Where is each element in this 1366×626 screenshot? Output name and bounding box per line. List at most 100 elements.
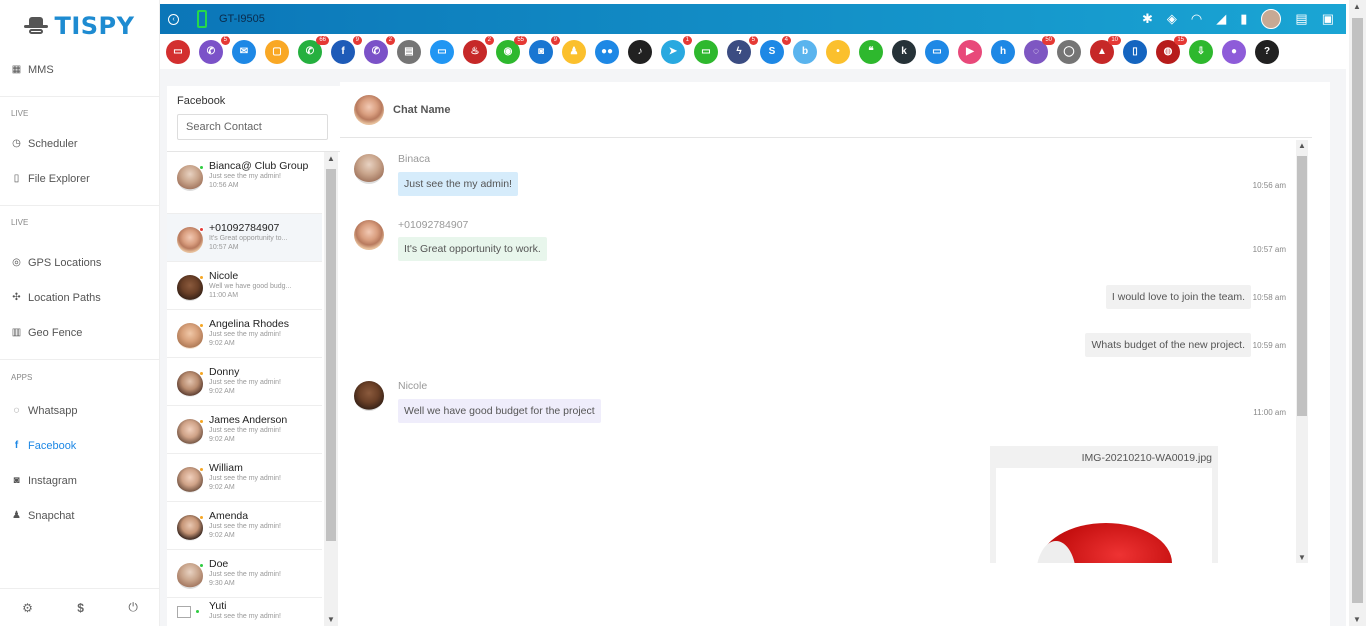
- scrollbar-thumb[interactable]: [326, 169, 336, 541]
- wechat-icon[interactable]: ◉ 55: [496, 35, 527, 64]
- sidebar-item-location-paths[interactable]: ✣ Location Paths: [0, 280, 159, 315]
- contact-item[interactable]: William Just see the my admin! 9:02 AM: [167, 454, 322, 502]
- viber-alt-icon[interactable]: ✆ 2: [364, 35, 395, 64]
- hangouts-icon[interactable]: ❝: [859, 39, 883, 64]
- help-icon[interactable]: ?: [1255, 39, 1279, 64]
- bip-icon[interactable]: b: [793, 39, 817, 64]
- download-icon[interactable]: ⇩: [1189, 39, 1213, 64]
- snapchat-app-icon[interactable]: ♟: [562, 39, 586, 64]
- video-call-icon[interactable]: ▶: [958, 39, 982, 64]
- status-icons: ✱ ◈ ◠ ◢ ▮ ▤ ▣: [1142, 4, 1334, 34]
- contact-item[interactable]: Angelina Rhodes Just see the my admin! 9:0…: [167, 310, 322, 358]
- flag-icon[interactable]: ▤: [1295, 11, 1307, 27]
- flickr-icon[interactable]: ●●: [595, 39, 619, 64]
- image-preview[interactable]: [996, 468, 1212, 563]
- scroll-up-icon[interactable]: ▲: [1353, 2, 1361, 11]
- battery-icon[interactable]: ▮: [1240, 11, 1247, 27]
- scrollbar-thumb[interactable]: [1352, 18, 1363, 603]
- status-dot: [199, 467, 204, 472]
- phone-icon: [197, 10, 207, 28]
- wifi-icon[interactable]: ◠: [1191, 11, 1202, 27]
- image-attachment[interactable]: IMG-20210210-WA0019.jpg: [990, 446, 1218, 563]
- scroll-down-icon[interactable]: ▼: [1353, 615, 1361, 624]
- scroll-down-icon[interactable]: ▼: [327, 615, 335, 624]
- sidebar-item-label: Whatsapp: [28, 404, 78, 417]
- contact-item[interactable]: Donny Just see the my admin! 9:02 AM: [167, 358, 322, 406]
- contact-item[interactable]: Amenda Just see the my admin! 9:02 AM: [167, 502, 322, 550]
- dollar-icon[interactable]: $: [77, 601, 84, 615]
- contact-name: Bianca@ Club Group: [209, 160, 309, 172]
- browser-icon[interactable]: ◍ 15: [1156, 35, 1187, 64]
- scroll-down-icon[interactable]: ▼: [1298, 553, 1306, 562]
- gallery-alt-icon[interactable]: ▭: [925, 39, 949, 64]
- whatsapp-app-icon[interactable]: ✆ 66: [298, 35, 329, 64]
- contact-item[interactable]: Yuti Just see the my admin!: [167, 598, 322, 626]
- sidebar-item-geo-fence[interactable]: ▥ Geo Fence: [0, 315, 159, 350]
- avatar: [177, 371, 204, 397]
- back-icon[interactable]: ‹: [168, 13, 179, 25]
- brand-name: TISPY: [54, 12, 135, 40]
- signal-icon[interactable]: ◢: [1216, 11, 1226, 27]
- chat-scrollbar[interactable]: ▲ ▼: [1296, 140, 1308, 563]
- sidebar-item-instagram[interactable]: ◙ Instagram: [0, 463, 159, 498]
- viber-icon[interactable]: ✆ 5: [199, 35, 230, 64]
- gift-icon[interactable]: ▣: [1322, 11, 1334, 27]
- gallery-icon[interactable]: ▲ 10: [1090, 35, 1121, 64]
- kakaotalk-icon[interactable]: •: [826, 39, 850, 64]
- scroll-up-icon[interactable]: ▲: [1298, 141, 1306, 150]
- settings-icon[interactable]: ⚙: [22, 601, 33, 615]
- hike-icon[interactable]: h: [991, 39, 1015, 64]
- screen-icon[interactable]: ▭: [430, 39, 454, 64]
- sidebar-item-label: GPS Locations: [28, 256, 102, 269]
- skype-icon[interactable]: S4: [760, 35, 791, 64]
- device-icon[interactable]: ▯: [1123, 39, 1147, 64]
- pin-icon[interactable]: ●: [1222, 39, 1246, 64]
- sidebar-item-gps-locations[interactable]: ◎ GPS Locations: [0, 245, 159, 280]
- notes-icon[interactable]: ▢: [265, 39, 289, 64]
- sidebar-item-snapchat[interactable]: ♟ Snapchat: [0, 498, 159, 533]
- avatar[interactable]: [1261, 9, 1282, 29]
- page-scrollbar[interactable]: ▲ ▼: [1349, 0, 1366, 626]
- scrollbar-thumb[interactable]: [1297, 156, 1307, 416]
- section-label: LIVE: [11, 108, 29, 118]
- contact-item[interactable]: Nicole Well we have good budg... 11:00 AM: [167, 262, 322, 310]
- line-icon[interactable]: ▭: [694, 39, 718, 64]
- tinder-icon[interactable]: ♨ 2: [463, 35, 494, 64]
- screen-record-icon[interactable]: ▭: [166, 39, 190, 64]
- logo[interactable]: TISPY: [0, 0, 159, 52]
- instagram-app-icon[interactable]: ◙ 9: [529, 35, 560, 64]
- sidebar-item-mms[interactable]: ▦ MMS: [0, 52, 159, 87]
- facebook-app-icon[interactable]: f9: [331, 35, 362, 64]
- contact-list-scrollbar[interactable]: ▲ ▼: [324, 152, 338, 626]
- status-dot: [199, 275, 204, 280]
- sidebar-item-scheduler[interactable]: ◷ Scheduler: [0, 126, 159, 161]
- imo-icon[interactable]: ◌ 50: [1024, 35, 1055, 64]
- chat-header: Chat Name: [340, 82, 1312, 138]
- tiktok-icon[interactable]: ♪: [628, 39, 652, 64]
- messenger-icon[interactable]: ϟ5: [727, 35, 758, 64]
- sidebar-item-file-explorer[interactable]: ▯ File Explorer: [0, 161, 159, 196]
- kik-icon[interactable]: k: [892, 39, 916, 64]
- sidebar-item-facebook[interactable]: f Facebook: [0, 428, 159, 463]
- bluetooth-icon[interactable]: ✱: [1142, 11, 1153, 27]
- telegram-icon[interactable]: ➤ 1: [661, 35, 692, 64]
- broken-image-icon: [177, 606, 200, 618]
- contact-item[interactable]: Bianca@ Club Group Just see the my admin!…: [167, 152, 322, 214]
- sidebar-item-label: File Explorer: [28, 172, 90, 185]
- clipboard-icon[interactable]: ▤: [397, 39, 421, 64]
- gps-icon[interactable]: ◈: [1167, 11, 1177, 27]
- sidebar-item-label: Instagram: [28, 474, 77, 487]
- contact-item[interactable]: Doe Just see the my admin! 9:30 AM: [167, 550, 322, 598]
- instagram-icon: ◙: [13, 475, 20, 486]
- scroll-up-icon[interactable]: ▲: [327, 154, 335, 163]
- sidebar-item-whatsapp[interactable]: ◌ Whatsapp: [0, 393, 159, 428]
- contact-item[interactable]: +01092784907 It's Great opportunity to...…: [167, 214, 322, 262]
- contact-item[interactable]: James Anderson Just see the my admin! 9:02…: [167, 406, 322, 454]
- email-icon[interactable]: ✉: [232, 39, 256, 64]
- search-contact-input[interactable]: [177, 114, 328, 140]
- sidebar-item-label: Snapchat: [28, 509, 75, 522]
- power-icon[interactable]: ⏻: [128, 600, 138, 615]
- contact-list: Bianca@ Club Group Just see the my admin!…: [167, 152, 322, 626]
- status-dot: [199, 563, 204, 568]
- zalo-icon[interactable]: ◯: [1057, 39, 1081, 64]
